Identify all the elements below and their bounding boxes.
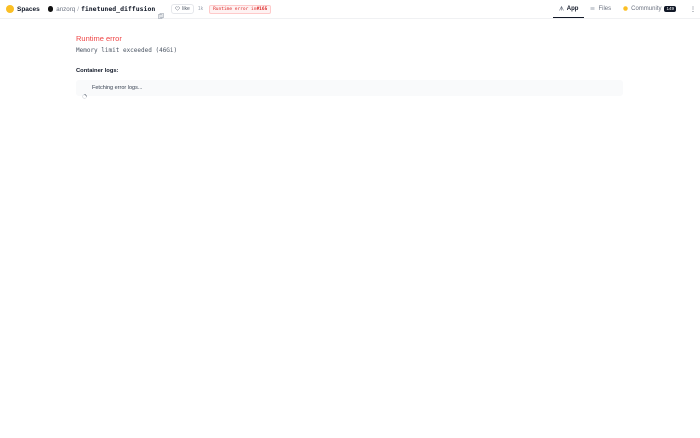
runtime-status-badge[interactable]: Runtime error in #165 (209, 4, 272, 14)
copy-icon[interactable] (158, 6, 165, 19)
main-content: Runtime error Memory limit exceeded (46G… (76, 30, 623, 99)
tab-app-label: App (566, 5, 579, 12)
more-options-icon[interactable]: ⋮ (686, 0, 700, 18)
app-icon (559, 5, 564, 11)
community-icon (623, 6, 628, 11)
tab-community-label: Community (631, 5, 662, 12)
space-tabs: App Files Community 149 ⋮ (552, 0, 700, 18)
like-label: like (182, 6, 190, 12)
spaces-link[interactable]: Spaces (17, 6, 40, 13)
tab-files-label: Files (598, 5, 612, 12)
container-logs-panel[interactable]: Fetching error logs... (76, 80, 623, 99)
error-detail: Memory limit exceeded (46Gi) (76, 47, 178, 54)
status-text: Runtime error in (213, 6, 257, 12)
tab-files[interactable]: Files (584, 0, 617, 18)
top-navigation-bar: Spaces anzorq / finetuned_diffusion like… (0, 0, 700, 19)
like-button[interactable]: like (171, 4, 194, 14)
tab-app[interactable]: App (552, 0, 585, 18)
container-logs-heading: Container logs: (76, 68, 119, 74)
logs-status-text: Fetching error logs... (92, 85, 143, 91)
heart-icon (175, 6, 181, 13)
loading-spinner-icon (82, 86, 87, 99)
community-count-badge: 149 (664, 5, 676, 12)
huggingface-logo-icon[interactable] (6, 5, 14, 13)
tab-community[interactable]: Community 149 (617, 0, 682, 18)
error-title: Runtime error (76, 34, 122, 43)
space-header: Spaces anzorq / finetuned_diffusion like… (6, 0, 272, 19)
status-highlight: #165 (256, 6, 268, 12)
like-count[interactable]: 1k (198, 6, 203, 12)
repo-name-link[interactable]: finetuned_diffusion (81, 5, 155, 13)
owner-avatar[interactable] (47, 6, 54, 12)
owner-link[interactable]: anzorq (56, 6, 75, 13)
files-icon (590, 6, 595, 11)
path-separator: / (77, 5, 79, 13)
